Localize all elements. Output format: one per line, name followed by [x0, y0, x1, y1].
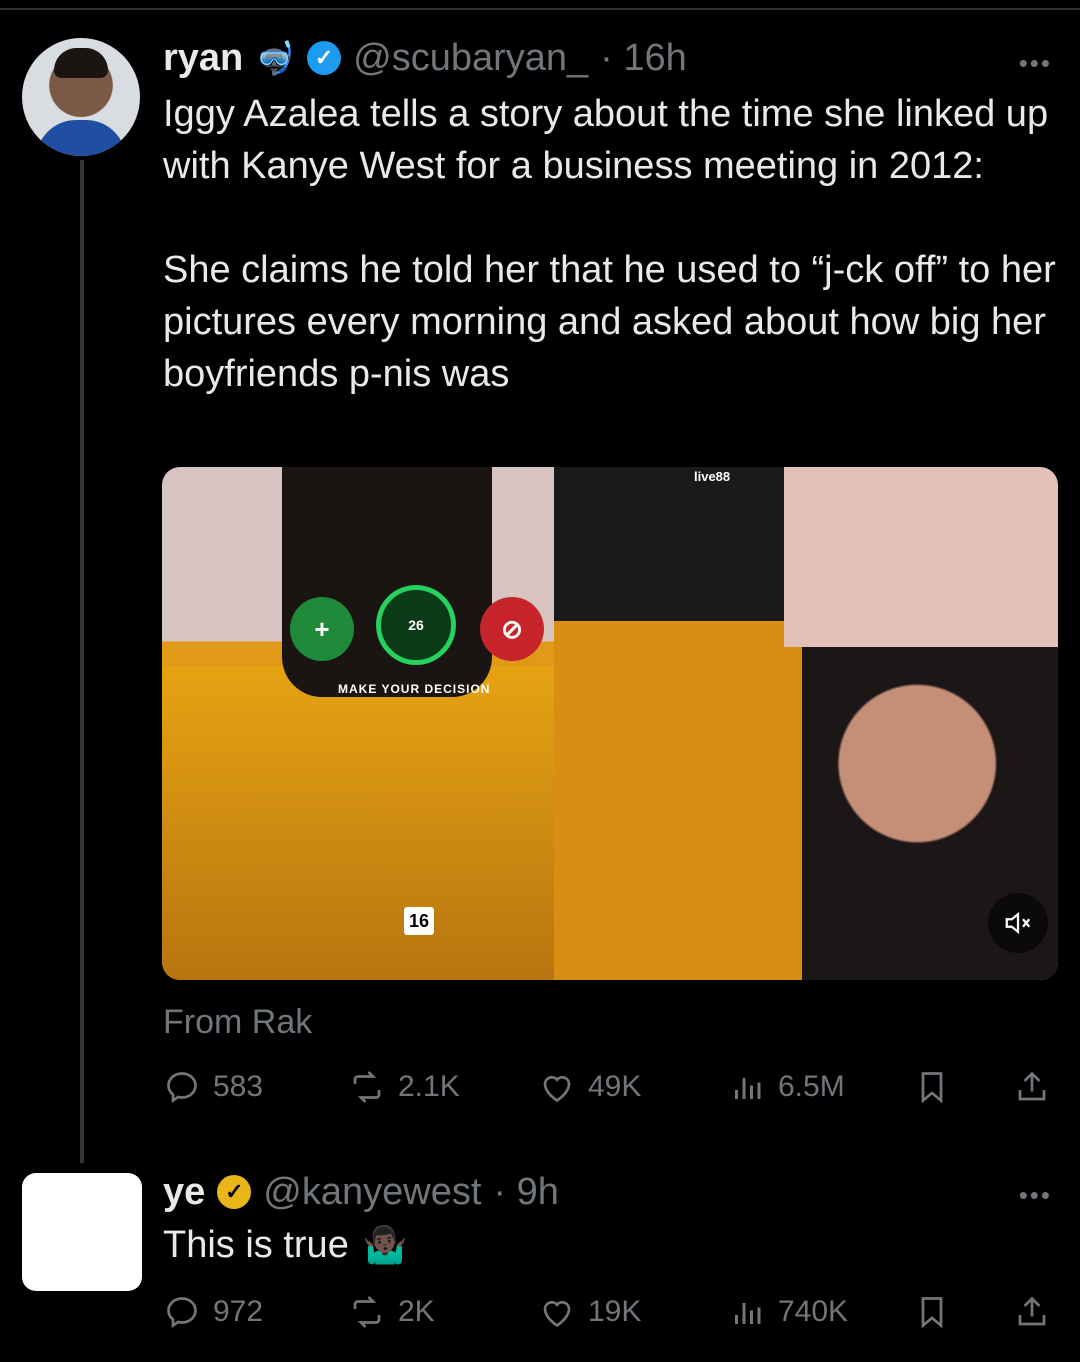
tweet-paragraph: She claims he told her that he used to “… [163, 249, 1056, 395]
author-name[interactable]: ye [163, 1171, 205, 1214]
reply-count: 583 [213, 1070, 264, 1103]
author-handle[interactable]: @scubaryan_ [353, 37, 588, 80]
share-button[interactable] [1013, 1290, 1051, 1334]
thread-connector-line [80, 160, 84, 1163]
tweet-timestamp[interactable]: · 9h [493, 1171, 558, 1214]
bar-chart-icon [728, 1068, 766, 1106]
bar-chart-icon [728, 1293, 766, 1331]
repost-count: 2K [398, 1295, 435, 1328]
tweet-body: Iggy Azalea tells a story about the time… [163, 88, 1063, 400]
reply-header: ye ✓ @kanyewest · 9h [163, 1170, 559, 1214]
diving-mask-icon: 🤿 [255, 40, 296, 76]
reply-count: 972 [213, 1295, 264, 1328]
views-button[interactable]: 740K [728, 1290, 848, 1334]
reply-icon [163, 1068, 201, 1106]
repost-button[interactable]: 2K [348, 1290, 435, 1334]
reply-actions: 972 2K 19K 740K [163, 1290, 1053, 1334]
video-left-panel [162, 467, 554, 980]
blackjack-table [162, 667, 554, 980]
decision-timer: 26 [376, 585, 456, 665]
tweet-paragraph: Iggy Azalea tells a story about the time… [163, 93, 1049, 187]
source-attribution[interactable]: From Rak [163, 1003, 312, 1042]
view-count: 6.5M [778, 1070, 845, 1103]
repost-icon [348, 1068, 386, 1106]
reply-button[interactable]: 972 [163, 1290, 263, 1334]
avatar-shirt [36, 120, 126, 156]
avatar-ryan[interactable] [22, 38, 140, 156]
bookmark-button[interactable] [913, 1290, 951, 1334]
share-button[interactable] [1013, 1065, 1051, 1109]
repost-button[interactable]: 2.1K [348, 1065, 460, 1109]
bookmark-button[interactable] [913, 1065, 951, 1109]
stop-icon: ⊘ [480, 597, 544, 661]
plus-icon: + [290, 597, 354, 661]
shrug-emoji-icon: 🤷🏿‍♂️ [362, 1224, 408, 1265]
avatar-hair [54, 48, 108, 78]
decision-label: MAKE YOUR DECISION [338, 682, 491, 696]
like-count: 19K [588, 1295, 642, 1328]
share-icon [1013, 1293, 1051, 1331]
tweet-header: ryan 🤿 ✓ @scubaryan_ · 16h [163, 36, 687, 80]
dealer-figure [282, 467, 492, 697]
avatar-ye[interactable] [22, 1173, 142, 1291]
like-button[interactable]: 19K [538, 1290, 641, 1334]
reply-icon [163, 1293, 201, 1331]
more-options-icon[interactable]: ••• [1019, 1180, 1052, 1211]
reply-button[interactable]: 583 [163, 1065, 263, 1109]
background-wall [784, 467, 1058, 647]
like-button[interactable]: 49K [538, 1065, 641, 1109]
author-handle[interactable]: @kanyewest [263, 1171, 481, 1214]
like-count: 49K [588, 1070, 642, 1103]
brand-watermark: live88 [694, 469, 731, 484]
more-options-icon[interactable]: ••• [1019, 48, 1052, 79]
verified-badge-icon: ✓ [307, 41, 342, 75]
reply-text: This is true [163, 1224, 349, 1266]
verified-gold-badge-icon: ✓ [217, 1175, 252, 1209]
muted-speaker-icon[interactable] [988, 893, 1048, 953]
reply-body: This is true 🤷🏿‍♂️ [163, 1220, 408, 1270]
heart-icon [538, 1293, 576, 1331]
bookmark-icon [913, 1293, 951, 1331]
author-name[interactable]: ryan [163, 37, 243, 80]
share-icon [1013, 1068, 1051, 1106]
views-button[interactable]: 6.5M [728, 1065, 845, 1109]
repost-count: 2.1K [398, 1070, 460, 1103]
bookmark-icon [913, 1068, 951, 1106]
view-count: 740K [778, 1295, 849, 1328]
tweet-video[interactable]: + 26 ⊘ MAKE YOUR DECISION live88 16 [162, 467, 1058, 980]
hand-value: 16 [404, 907, 434, 935]
heart-icon [538, 1068, 576, 1106]
tweet-actions: 583 2.1K 49K 6.5M [163, 1065, 1053, 1109]
top-divider [0, 8, 1080, 10]
tweet-timestamp[interactable]: · 16h [600, 37, 687, 80]
repost-icon [348, 1293, 386, 1331]
